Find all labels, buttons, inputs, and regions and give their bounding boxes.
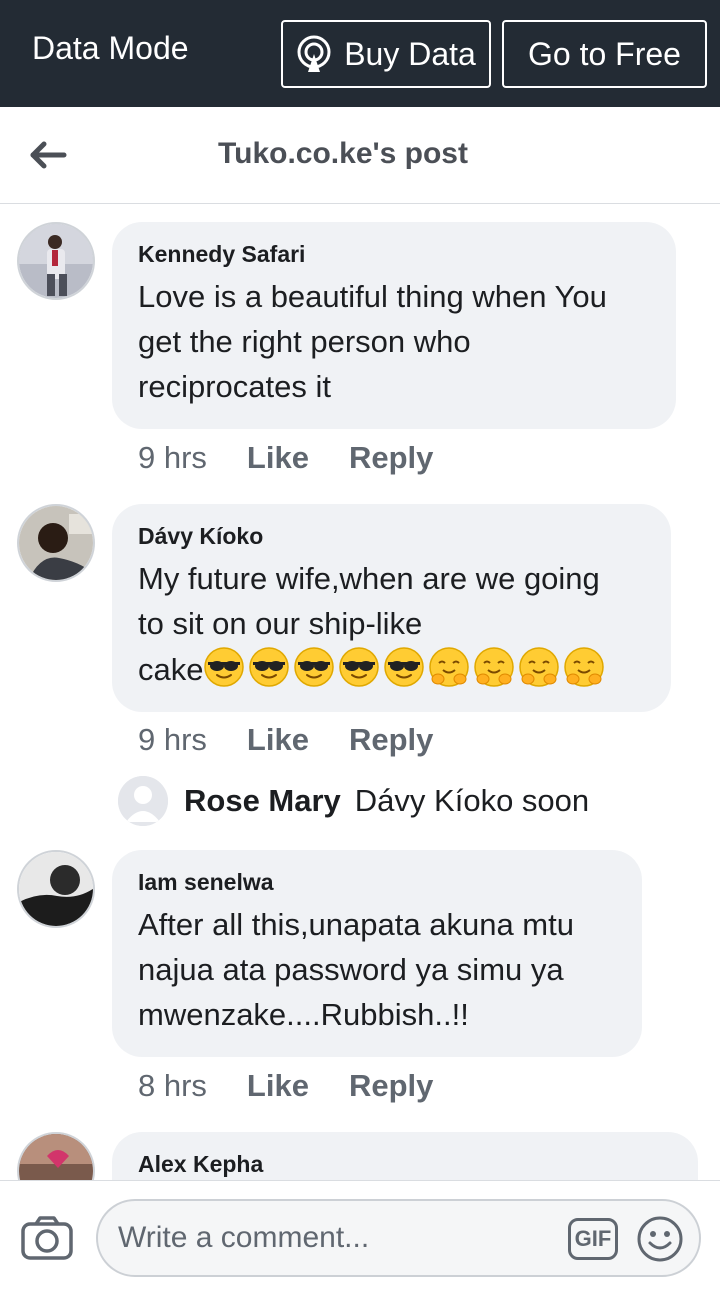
comment-text: Love is a beautiful thing when You get t… <box>138 279 607 404</box>
comment-author[interactable]: Alex Kepha <box>138 1150 672 1178</box>
data-mode-label: Data Mode <box>32 30 189 66</box>
camera-icon[interactable] <box>20 1215 74 1261</box>
page-title: Tuko.co.ke's post <box>218 137 468 170</box>
gif-button[interactable]: GIF <box>568 1218 618 1260</box>
like-button[interactable]: Like <box>247 722 309 758</box>
avatar[interactable] <box>17 222 95 300</box>
like-button[interactable]: Like <box>247 1068 309 1104</box>
buy-data-label: Buy Data <box>344 35 476 72</box>
reply-button[interactable]: Reply <box>349 440 433 476</box>
comment-placeholder: Write a comment... <box>118 1221 370 1254</box>
comment-time: 9 hrs <box>138 440 207 475</box>
hugging-emoji <box>519 647 560 687</box>
reply-button[interactable]: Reply <box>349 1068 433 1104</box>
comment-time: 8 hrs <box>138 1068 207 1103</box>
default-avatar-icon <box>118 776 168 826</box>
comment-author[interactable]: Dávy Kíoko <box>138 522 645 550</box>
comment-list[interactable]: Kennedy Safari Love is a beautiful thing… <box>0 204 720 1180</box>
sunglasses-emoji <box>249 647 290 687</box>
buy-data-button[interactable]: Buy Data <box>281 20 491 88</box>
hugging-emoji <box>564 647 605 687</box>
reply-preview[interactable]: Rose Mary Dávy Kíoko soon <box>118 776 589 826</box>
comment-bubble[interactable]: Kennedy Safari Love is a beautiful thing… <box>112 222 676 429</box>
comment-actions: 9 hrs Like Reply <box>138 440 433 476</box>
avatar[interactable] <box>17 1132 95 1180</box>
comment-time: 9 hrs <box>138 722 207 757</box>
data-mode-bar: Data Mode Buy Data Go to Free <box>0 0 720 107</box>
emoji-row <box>203 647 608 687</box>
sunglasses-emoji <box>204 647 245 687</box>
comment-input[interactable]: Write a comment... GIF <box>96 1199 701 1277</box>
comment-bubble[interactable]: Dávy Kíoko My future wife,when are we go… <box>112 504 671 712</box>
reply-button[interactable]: Reply <box>349 722 433 758</box>
post-header: Tuko.co.ke's post <box>0 107 720 204</box>
broadcast-icon <box>297 35 331 72</box>
avatar[interactable] <box>17 504 95 582</box>
reply-author[interactable]: Rose Mary <box>184 783 341 819</box>
sunglasses-emoji <box>339 647 380 687</box>
smiley-icon[interactable] <box>636 1215 684 1263</box>
comment-bubble[interactable]: Alex Kepha <box>112 1132 698 1180</box>
sunglasses-emoji <box>294 647 335 687</box>
like-button[interactable]: Like <box>247 440 309 476</box>
comment-bubble[interactable]: Iam senelwa After all this,unapata akuna… <box>112 850 642 1057</box>
comment-author[interactable]: Kennedy Safari <box>138 240 650 268</box>
reply-text: Dávy Kíoko soon <box>354 783 590 818</box>
go-to-free-button[interactable]: Go to Free <box>502 20 707 88</box>
comment-composer: Write a comment... GIF <box>0 1180 720 1292</box>
comment-text: After all this,unapata akuna mtu najua a… <box>138 907 574 1032</box>
sunglasses-emoji <box>384 647 425 687</box>
comment-actions: 8 hrs Like Reply <box>138 1068 433 1104</box>
hugging-emoji <box>474 647 515 687</box>
comment-text: My future wife,when are we going to sit … <box>138 556 645 692</box>
hugging-emoji <box>429 647 470 687</box>
comment-author[interactable]: Iam senelwa <box>138 868 616 896</box>
go-to-free-label: Go to Free <box>528 35 681 72</box>
avatar[interactable] <box>17 850 95 928</box>
comment-actions: 9 hrs Like Reply <box>138 722 433 758</box>
